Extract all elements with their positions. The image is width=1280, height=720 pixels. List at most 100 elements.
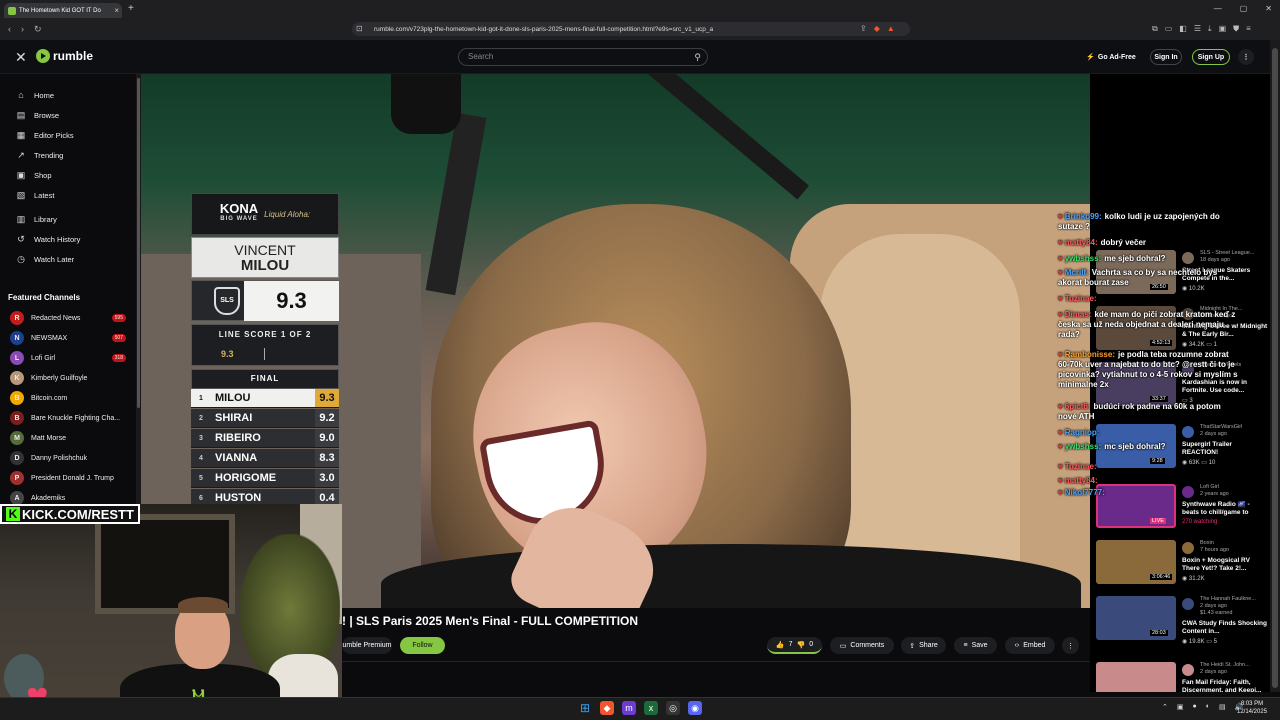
- featured-channel[interactable]: D Danny Polishchuk: [10, 451, 126, 465]
- sidebar-item-latest[interactable]: ▧ Latest: [16, 190, 55, 200]
- brave-browser-icon[interactable]: ◆: [600, 701, 614, 715]
- app-icon[interactable]: m: [622, 701, 636, 715]
- standings-score: 3.0: [315, 469, 339, 487]
- vote-buttons[interactable]: 👍 7 👎 0: [767, 637, 822, 654]
- kick-url: KICK.COM/RESTT: [22, 506, 134, 522]
- sign-in-button[interactable]: Sign In: [1150, 49, 1182, 65]
- save-button[interactable]: ≡ Save: [954, 637, 997, 654]
- more-options-icon[interactable]: ⋮: [1238, 49, 1254, 65]
- sidebar-item-browse[interactable]: ▤ Browse: [16, 110, 59, 120]
- channel-name[interactable]: The Hannah Faulkne...: [1200, 596, 1270, 602]
- featured-channel[interactable]: L Lofi Girl 318: [10, 351, 126, 365]
- minimize-icon[interactable]: —: [1214, 4, 1222, 13]
- forward-icon[interactable]: ›: [21, 24, 24, 35]
- share-page-icon[interactable]: ⇪: [860, 24, 867, 33]
- video-more-icon[interactable]: ⋮: [1062, 637, 1079, 654]
- related-video-card[interactable]: 3:06:46 Boxin 7 hours ago Boxin + Moogsical…: [1096, 540, 1270, 592]
- embed-button[interactable]: ‹› Embed: [1005, 637, 1055, 654]
- follow-button[interactable]: Follow: [400, 637, 445, 654]
- scoreboard-overlay: KONA BIG WAVE Liquid Aloha: VINCENT MILOU…: [191, 193, 339, 504]
- channel-avatar: R: [10, 311, 24, 325]
- wallet-icon[interactable]: ▣: [1219, 24, 1227, 34]
- sidebar-item-shop[interactable]: ▣ Shop: [16, 170, 52, 180]
- featured-channel[interactable]: N NEWSMAX 507: [10, 331, 126, 345]
- chat-username: Tuzinae:: [1064, 462, 1097, 471]
- channel-name: Redacted News: [31, 314, 81, 322]
- channel-name[interactable]: The Heidi St. John...: [1200, 662, 1270, 668]
- final-label: FINAL: [191, 369, 339, 389]
- extensions-icon[interactable]: ⧉: [1152, 24, 1158, 34]
- rumble-premium-button[interactable]: umble Premium: [342, 637, 392, 654]
- browser-tab[interactable]: The Hometown Kid GOT IT Do ×: [4, 3, 122, 18]
- related-video-card[interactable]: The Heidi St. John... 2 days ago Fan Mail …: [1096, 662, 1270, 692]
- tray-app3-icon[interactable]: ◐: [1206, 703, 1210, 711]
- rewards-icon[interactable]: ▲: [887, 24, 895, 33]
- view-count: 34.2K: [1188, 342, 1205, 348]
- thumbs-down-icon[interactable]: 👎: [797, 641, 806, 649]
- bookmark-icon[interactable]: ⊡: [356, 24, 363, 33]
- close-tab-icon[interactable]: ×: [114, 6, 119, 15]
- go-ad-free-button[interactable]: ⚡ Go Ad-Free: [1080, 49, 1142, 65]
- taskbar-clock[interactable]: 8:03 PM 12/14/2025: [1237, 700, 1267, 716]
- comments-label: Comments: [850, 642, 885, 649]
- video-title[interactable]: CWA Study Finds Shocking Content in...: [1182, 620, 1268, 636]
- featured-channel[interactable]: M Matt Morse: [10, 431, 126, 445]
- network-icon[interactable]: ▤: [1219, 703, 1226, 711]
- search-input[interactable]: Search ⚲: [458, 48, 708, 66]
- address-bar[interactable]: ⊡ rumble.com/v723plg-the-hometown-kid-go…: [352, 22, 910, 36]
- sidebar-toggle-icon[interactable]: ◧: [1179, 24, 1187, 34]
- related-video-card[interactable]: 28:03 The Hannah Faulkne... 2 days ago $1.4…: [1096, 596, 1270, 648]
- thumbs-up-icon[interactable]: 👍: [776, 641, 785, 649]
- sidebar-item-library[interactable]: ▥ Library: [16, 214, 57, 224]
- channel-avatar[interactable]: [1182, 664, 1194, 676]
- menu-icon[interactable]: ≡: [1246, 24, 1251, 34]
- save-label: Save: [971, 642, 988, 649]
- sidebar-item-editor-picks[interactable]: ▦ Editor Picks: [16, 130, 74, 140]
- sign-up-button[interactable]: Sign Up: [1192, 49, 1230, 65]
- close-menu-icon[interactable]: ✕: [15, 49, 27, 66]
- tray-chevron-icon[interactable]: ⌃: [1162, 703, 1168, 711]
- close-window-icon[interactable]: ✕: [1265, 4, 1272, 13]
- back-icon[interactable]: ‹: [8, 24, 11, 35]
- featured-channel[interactable]: R Redacted News 595: [10, 311, 126, 325]
- video-thumbnail[interactable]: [1096, 662, 1176, 692]
- reading-list-icon[interactable]: ☰: [1194, 24, 1201, 34]
- featured-channel[interactable]: P President Donald J. Trump: [10, 471, 126, 485]
- page-scrollbar[interactable]: [1270, 40, 1280, 692]
- windows-start-icon[interactable]: ⊞: [578, 701, 592, 715]
- video-duration: 4:52:13: [1150, 340, 1173, 346]
- obs-icon[interactable]: ◎: [666, 701, 680, 715]
- channel-name[interactable]: Boxin: [1200, 540, 1270, 546]
- rumble-logo[interactable]: rumble: [36, 49, 93, 63]
- discord-icon[interactable]: ◉: [688, 701, 702, 715]
- excel-icon[interactable]: x: [644, 701, 658, 715]
- video-title[interactable]: Synthwave Radio 🌌 - beats to chill/game …: [1182, 501, 1268, 517]
- vpn-icon[interactable]: ⛊: [1233, 24, 1239, 34]
- search-icon[interactable]: ⚲: [694, 49, 701, 65]
- reload-icon[interactable]: ↻: [34, 24, 42, 35]
- channel-name: Danny Polishchuk: [31, 454, 88, 462]
- featured-channel[interactable]: K Kimberly Guilfoyle: [10, 371, 126, 385]
- channel-avatar[interactable]: [1182, 542, 1194, 554]
- share-button[interactable]: ⇪ Share: [901, 637, 946, 654]
- comments-button[interactable]: ▭ Comments: [830, 637, 894, 654]
- standings-name: MILOU: [215, 392, 251, 404]
- sidebar-item-home[interactable]: ⌂ Home: [16, 90, 54, 100]
- sidebar-item-watch-later[interactable]: ◷ Watch Later: [16, 254, 74, 264]
- new-tab-icon[interactable]: +: [128, 3, 134, 14]
- download-icon[interactable]: ⤓: [1208, 24, 1212, 34]
- sidebar-item-watch-history[interactable]: ↺ Watch History: [16, 234, 80, 244]
- chat-badge-icon: ♥: [1058, 310, 1063, 319]
- featured-channel[interactable]: A Akademiks: [10, 491, 126, 504]
- tray-app2-icon[interactable]: ●: [1193, 703, 1197, 711]
- maximize-icon[interactable]: ▢: [1240, 4, 1248, 13]
- featured-channel[interactable]: B Bare Knuckle Fighting Cha...: [10, 411, 126, 425]
- sidebar-item-trending[interactable]: ↗ Trending: [16, 150, 63, 160]
- featured-channel[interactable]: B Bitcoin.com: [10, 391, 126, 405]
- channel-avatar[interactable]: [1182, 598, 1194, 610]
- video-title[interactable]: Boxin + Moogsical RV There Yet!? Take 2!…: [1182, 557, 1268, 573]
- tray-app-icon[interactable]: ▣: [1177, 703, 1184, 711]
- screenshot-icon[interactable]: ▭: [1165, 24, 1173, 34]
- brave-shield-icon[interactable]: ◆: [874, 24, 880, 33]
- video-title[interactable]: Fan Mail Friday: Faith, Discernment, and…: [1182, 679, 1268, 692]
